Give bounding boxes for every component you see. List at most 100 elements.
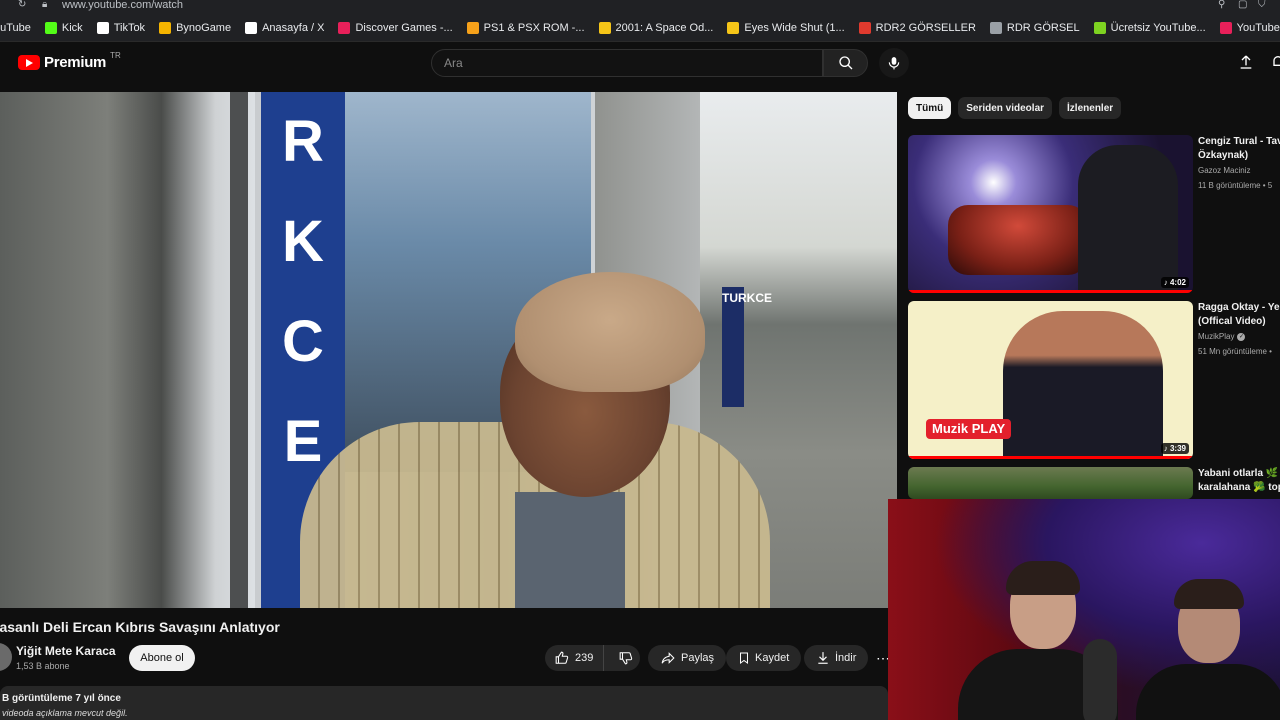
bookmarks-bar: ouTube Kick TikTok BynoGame Anasayfa / X Disc…: [0, 14, 1280, 42]
sign-letter: R: [282, 109, 324, 174]
streamer-2-body: [1136, 664, 1280, 720]
bookmark-label: 2001: A Space Od...: [615, 21, 714, 34]
notifications-button[interactable]: [1270, 53, 1280, 76]
bookmark-label: ouTube: [0, 21, 31, 34]
folder-icon: [989, 21, 1002, 34]
bookmark-item[interactable]: RDR2 GÖRSELLER: [858, 21, 976, 34]
chip-all[interactable]: Tümü: [908, 97, 952, 119]
bookmark-item[interactable]: 2001: A Space Od...: [598, 21, 714, 34]
bynogame-icon: [159, 21, 172, 34]
upload-icon: [1240, 55, 1252, 69]
tiktok-icon: [96, 21, 109, 34]
search-button[interactable]: [823, 49, 868, 77]
recommendation-item[interactable]: Yabani otlarla 🌿 k karalahana 🥦 topl: [908, 467, 1280, 499]
view-count: B görüntüleme 7 yıl önce: [2, 693, 121, 704]
recommendation-thumbnail[interactable]: [908, 467, 1193, 499]
streamer-1-hair: [1006, 561, 1080, 595]
bookmark-item[interactable]: TikTok: [96, 21, 146, 34]
bookmark-label: Anasayfa / X: [262, 21, 325, 34]
duration-badge: ♪ 3:39: [1160, 443, 1189, 454]
video-player[interactable]: R K C E TURKCE: [0, 92, 897, 608]
bookmark-label: TikTok: [113, 21, 146, 34]
shield-icon[interactable]: ⛉: [1258, 0, 1266, 10]
bookmark-label: Ücretsiz YouTube...: [1110, 21, 1206, 34]
dislike-button[interactable]: [609, 645, 643, 671]
bookmark-item[interactable]: Ücretsiz YouTube...: [1093, 21, 1206, 34]
voice-search-button[interactable]: [879, 48, 909, 78]
site-info-icon[interactable]: 🔒︎: [42, 0, 47, 10]
verified-icon: ✓: [1237, 332, 1246, 341]
recommendation-item[interactable]: Muzik PLAY ♪ 3:39 Ragga Oktay - Yer (Off…: [908, 301, 1280, 459]
thumbs-up-icon: [555, 651, 569, 664]
duration-badge: ♪ 4:02: [1160, 277, 1189, 288]
bookmark-label: YouTube Shorts İn...: [1236, 21, 1280, 34]
download-button[interactable]: İndir: [804, 645, 869, 671]
shorts-icon: [1219, 21, 1232, 34]
rdr-icon: [858, 21, 871, 34]
description-box[interactable]: [0, 686, 888, 720]
bookmark-label: Eyes Wide Shut (1...: [744, 21, 845, 34]
url-text[interactable]: www.youtube.com/watch: [62, 0, 183, 11]
search-box: [431, 49, 823, 77]
video-scene-street-sign: TURKCE: [722, 287, 772, 407]
bell-icon: [1273, 56, 1280, 66]
upload-button[interactable]: [1238, 53, 1254, 76]
pin-icon[interactable]: ⚲: [1218, 0, 1225, 10]
thumb-person: [1078, 145, 1178, 293]
recommendation-title[interactable]: Ragga Oktay - Yer (Offical Video): [1198, 301, 1280, 329]
bookmark-item[interactable]: Eyes Wide Shut (1...: [727, 21, 845, 34]
subscribe-button[interactable]: Abone ol: [129, 645, 195, 671]
sign-letter: K: [282, 209, 324, 274]
share-button[interactable]: Paylaş: [648, 645, 727, 671]
channel-avatar[interactable]: [0, 643, 12, 671]
bookmark-label: Kick: [61, 21, 83, 34]
search-input[interactable]: [432, 50, 822, 76]
streamer-2-hair: [1174, 579, 1244, 609]
watched-progress-bar: [908, 290, 1193, 293]
bookmark-item[interactable]: PS1 & PSX ROM -...: [466, 21, 585, 34]
download-icon: [818, 652, 828, 664]
recommendation-item[interactable]: ♪ 4:02 Cengiz Tural - Tav Özkaynak) Gazo…: [908, 135, 1280, 293]
reload-icon[interactable]: ↻: [18, 0, 26, 10]
youtube-logo[interactable]: Premium TR: [18, 51, 121, 71]
games-icon: [338, 21, 351, 34]
imdb-icon: [598, 21, 611, 34]
recommendation-channel[interactable]: Gazoz Maciniz: [1198, 166, 1250, 175]
duration-text: 4:02: [1169, 278, 1186, 287]
save-button[interactable]: Kaydet: [726, 645, 802, 671]
bookmark-label: RDR2 GÖRSELLER: [875, 21, 976, 34]
recommendation-meta: 11 B görüntüleme • 5: [1198, 181, 1273, 190]
thumbs-down-icon: [620, 652, 633, 665]
microphone-prop: [1083, 639, 1117, 720]
bookmark-item[interactable]: RDR GÖRSEL: [989, 21, 1080, 34]
recommendation-thumbnail[interactable]: Muzik PLAY ♪ 3:39: [908, 301, 1193, 459]
title-line: (Offical Video): [1198, 316, 1266, 327]
recommendation-meta: 51 Mn görüntüleme •: [1198, 347, 1272, 356]
recommendation-title[interactable]: Cengiz Tural - Tav Özkaynak): [1198, 135, 1280, 163]
title-line: Ragga Oktay - Yer: [1198, 302, 1280, 313]
subscriber-count: 1,53 B abone: [16, 661, 70, 671]
share-icon: [661, 652, 675, 664]
channel-text: MuzikPlay: [1198, 332, 1235, 341]
logo-region: TR: [110, 51, 121, 60]
bookmark-item[interactable]: Anasayfa / X: [245, 21, 325, 34]
download-label: İndir: [835, 652, 857, 664]
bookmark-item[interactable]: ouTube: [0, 22, 31, 34]
bookmark-item[interactable]: BynoGame: [159, 21, 231, 34]
window-icon[interactable]: ▢: [1238, 0, 1247, 10]
recommendation-thumbnail[interactable]: ♪ 4:02: [908, 135, 1193, 293]
bookmark-item[interactable]: Kick: [44, 21, 83, 34]
sign-letter: C: [282, 309, 324, 374]
bookmark-item[interactable]: YouTube Shorts İn...: [1219, 21, 1280, 34]
channel-name[interactable]: Yiğit Mete Karaca: [16, 644, 116, 658]
bookmark-item[interactable]: Discover Games -...: [338, 21, 453, 34]
filter-chips: Tümü Seriden videolar İzlenenler: [908, 97, 1122, 119]
chip-series[interactable]: Seriden videolar: [958, 97, 1053, 119]
bookmark-icon: [740, 652, 748, 664]
chip-watched[interactable]: İzlenenler: [1059, 97, 1122, 119]
recommendation-title[interactable]: Yabani otlarla 🌿 k karalahana 🥦 topl: [1198, 467, 1280, 495]
share-label: Paylaş: [681, 652, 715, 664]
like-button[interactable]: 239: [545, 645, 605, 671]
bookmark-label: Discover Games -...: [355, 21, 453, 34]
recommendation-channel[interactable]: MuzikPlay ✓: [1198, 332, 1246, 341]
